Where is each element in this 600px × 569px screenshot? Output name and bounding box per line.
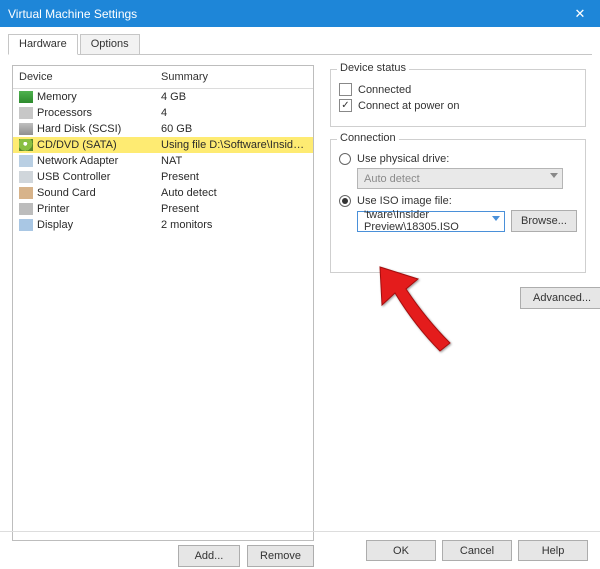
connection-group: Connection Use physical drive: Auto dete…	[330, 139, 586, 273]
device-header-summary: Summary	[161, 71, 305, 83]
device-row-usb[interactable]: USB ControllerPresent	[13, 169, 313, 185]
display-icon	[19, 219, 33, 231]
titlebar: Virtual Machine Settings ✕	[0, 0, 600, 27]
iso-file-value: 'tware\Insider Preview\18305.ISO	[364, 209, 504, 233]
use-physical-label: Use physical drive:	[357, 153, 449, 165]
device-status-group: Device status Connected ✓ Connect at pow…	[330, 69, 586, 127]
checkbox-icon	[339, 83, 352, 96]
radio-icon	[339, 153, 351, 165]
arrow-annotation-icon	[360, 261, 470, 361]
iso-file-combo[interactable]: 'tware\Insider Preview\18305.ISO	[357, 211, 505, 232]
printer-icon	[19, 203, 33, 215]
dialog-button-bar: OK Cancel Help	[0, 531, 600, 569]
connected-label: Connected	[358, 84, 411, 96]
browse-button[interactable]: Browse...	[511, 210, 577, 232]
memory-icon	[19, 91, 33, 103]
connect-power-on-checkbox-row[interactable]: ✓ Connect at power on	[339, 99, 577, 112]
tab-options[interactable]: Options	[80, 34, 140, 55]
ok-button[interactable]: OK	[366, 540, 436, 561]
use-iso-radio-row[interactable]: Use ISO image file:	[339, 195, 577, 207]
checkbox-checked-icon: ✓	[339, 99, 352, 112]
usb-icon	[19, 171, 33, 183]
device-status-legend: Device status	[337, 62, 409, 74]
help-button[interactable]: Help	[518, 540, 588, 561]
close-icon[interactable]: ✕	[560, 6, 600, 22]
device-row-sound[interactable]: Sound CardAuto detect	[13, 185, 313, 201]
device-row-network[interactable]: Network AdapterNAT	[13, 153, 313, 169]
device-list-header: Device Summary	[13, 66, 313, 89]
use-iso-label: Use ISO image file:	[357, 195, 452, 207]
device-row-display[interactable]: Display2 monitors	[13, 217, 313, 233]
connected-checkbox-row[interactable]: Connected	[339, 83, 577, 96]
tab-strip: Hardware Options	[8, 33, 592, 55]
chevron-down-icon	[492, 216, 500, 221]
chevron-down-icon	[550, 173, 558, 178]
advanced-button[interactable]: Advanced...	[520, 287, 600, 309]
connect-power-on-label: Connect at power on	[358, 100, 460, 112]
cancel-button[interactable]: Cancel	[442, 540, 512, 561]
device-row-printer[interactable]: PrinterPresent	[13, 201, 313, 217]
use-physical-drive-radio-row[interactable]: Use physical drive:	[339, 153, 577, 165]
sound-icon	[19, 187, 33, 199]
device-row-processors[interactable]: Processors4	[13, 105, 313, 121]
radio-selected-icon	[339, 195, 351, 207]
network-icon	[19, 155, 33, 167]
tab-hardware[interactable]: Hardware	[8, 34, 78, 55]
connection-legend: Connection	[337, 132, 399, 144]
physical-drive-combo: Auto detect	[357, 168, 563, 189]
window-title: Virtual Machine Settings	[8, 7, 560, 21]
device-row-harddisk[interactable]: Hard Disk (SCSI)60 GB	[13, 121, 313, 137]
hard-disk-icon	[19, 123, 33, 135]
cpu-icon	[19, 107, 33, 119]
device-header-device: Device	[19, 71, 161, 83]
device-row-memory[interactable]: Memory4 GB	[13, 89, 313, 105]
device-list: Device Summary Memory4 GB Processors4 Ha…	[12, 65, 314, 541]
physical-drive-value: Auto detect	[364, 173, 420, 185]
cd-dvd-icon	[19, 139, 33, 151]
device-row-cddvd[interactable]: CD/DVD (SATA)Using file D:\Software\Insi…	[13, 137, 313, 153]
